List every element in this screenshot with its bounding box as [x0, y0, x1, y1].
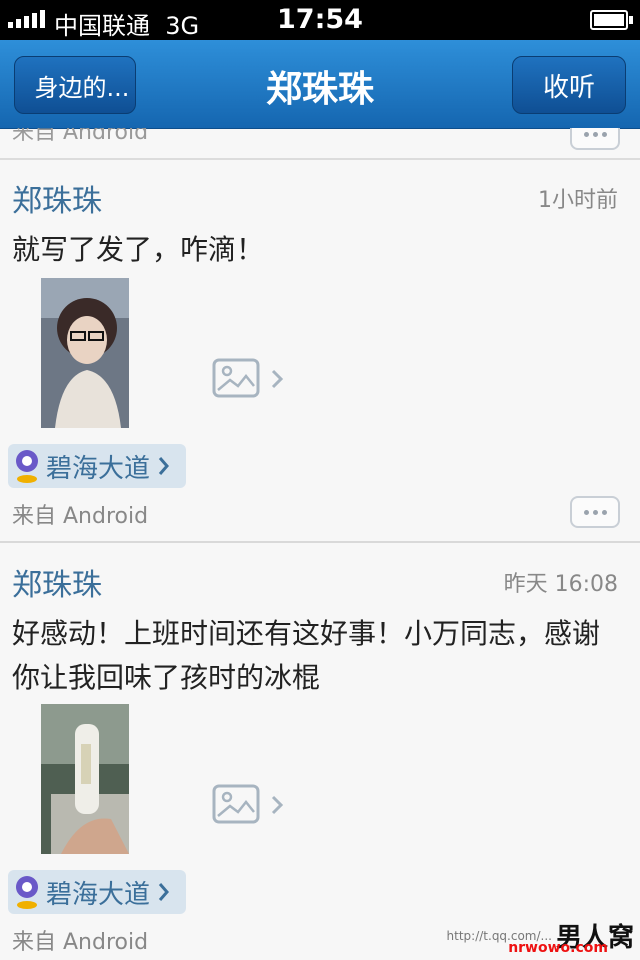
- location-label: 碧海大道: [46, 879, 151, 910]
- location-label: 碧海大道: [46, 453, 151, 484]
- status-time: 17:54: [277, 4, 363, 35]
- post-text: 好感动！上班时间还有这好事！小万同志，感谢你让我回味了孩时的冰棍: [12, 617, 601, 694]
- battery-icon: [590, 10, 633, 30]
- post-source: 来自 Android: [12, 930, 149, 955]
- post-time: 昨天 16:08: [503, 572, 618, 597]
- watermark: http://t.qq.com/... 男人窝 nrwowo.com: [447, 917, 634, 956]
- post-photo[interactable]: [41, 278, 129, 428]
- previous-post-peek: 来自 Android: [0, 128, 640, 160]
- status-bar: 中国联通 3G 17:54: [0, 0, 640, 40]
- post-text: 就写了发了，咋滴！: [12, 233, 265, 266]
- image-icon[interactable]: [212, 358, 260, 398]
- post-source: 来自 Android: [12, 128, 149, 145]
- more-options-icon[interactable]: [570, 496, 620, 528]
- more-options-icon[interactable]: [570, 128, 620, 150]
- location-pin-icon: [16, 450, 38, 483]
- location-tag[interactable]: 碧海大道: [8, 870, 186, 914]
- follow-button[interactable]: 收听: [512, 56, 626, 114]
- post-photo[interactable]: [41, 704, 129, 854]
- post-item: 郑珠珠 昨天 16:08 好感动！上班时间还有这好事！小万同志，感谢你让我回味了…: [0, 544, 640, 960]
- watermark-sub: nrwowo.com: [508, 940, 608, 956]
- post-time: 1小时前: [538, 188, 618, 213]
- location-tag[interactable]: 碧海大道: [8, 444, 186, 488]
- image-icon[interactable]: [212, 784, 260, 824]
- chevron-right-icon: [158, 883, 170, 901]
- post-item: 郑珠珠 1小时前 就写了发了，咋滴！ 碧海大道 来自 Android: [0, 160, 640, 540]
- post-source: 来自 Android: [12, 504, 149, 529]
- divider: [0, 541, 640, 543]
- post-author[interactable]: 郑珠珠: [12, 560, 102, 604]
- chevron-right-icon: [271, 369, 284, 389]
- chevron-right-icon: [158, 457, 170, 475]
- post-author[interactable]: 郑珠珠: [12, 176, 102, 220]
- chevron-right-icon: [271, 795, 284, 815]
- navigation-bar: 身边的... 郑珠珠 收听: [0, 40, 640, 129]
- location-pin-icon: [16, 876, 38, 909]
